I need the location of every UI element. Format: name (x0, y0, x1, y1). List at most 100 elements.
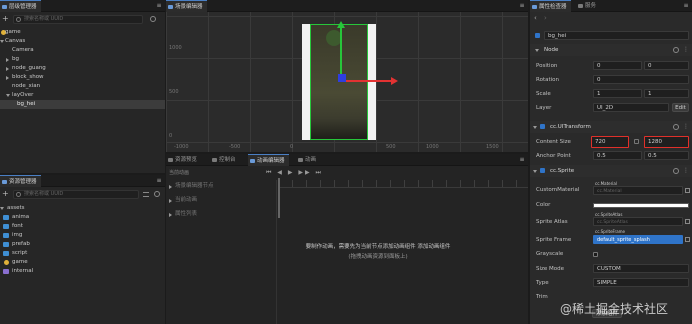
playback-controls[interactable]: ⏮ ◀ ▶ ▶▶ ⏭ (266, 169, 323, 177)
hierarchy-search-input[interactable]: 搜索名称或 UUID (13, 15, 143, 24)
help-icon[interactable] (673, 168, 679, 174)
animation-icon (250, 159, 255, 163)
tab-service[interactable]: 服务 (576, 0, 599, 12)
menu-icon[interactable]: ≡ (156, 3, 162, 9)
uitransform-section-header[interactable]: cc.UITransform (530, 121, 692, 133)
collapse-icon[interactable] (6, 58, 9, 62)
asset-folder-script[interactable]: script (0, 249, 165, 258)
collapse-icon[interactable] (169, 185, 172, 189)
sort-icon[interactable] (143, 192, 149, 197)
node-active-checkbox[interactable] (535, 33, 540, 38)
component-enabled-checkbox[interactable] (540, 124, 545, 129)
timeline-playhead[interactable] (278, 178, 280, 218)
gizmo-x-arrow-icon[interactable] (391, 77, 398, 85)
forward-icon[interactable]: › (544, 14, 547, 22)
size-mode-select[interactable]: CUSTOM (593, 264, 689, 273)
expand-icon[interactable] (533, 170, 537, 173)
anchor-y-input[interactable]: 0.5 (644, 151, 689, 160)
node-name-input[interactable]: bg_hei (544, 31, 689, 40)
layer-edit-button[interactable]: Edit (672, 103, 689, 112)
gizmo-y-arrow-icon[interactable] (337, 21, 345, 28)
asset-folder-img[interactable]: img (0, 231, 165, 240)
sprite-atlas-field[interactable]: cc.SpriteAtlas (593, 217, 683, 226)
type-select[interactable]: SIMPLE (593, 278, 689, 287)
tab-animation-editor[interactable]: 动画编辑器 (248, 154, 289, 166)
gizmo-x-axis[interactable] (342, 80, 392, 82)
tab-animation[interactable]: 动画 (296, 154, 319, 166)
tab-hierarchy[interactable]: 层级管理器 (0, 0, 41, 12)
color-swatch[interactable] (593, 203, 689, 208)
grayscale-checkbox[interactable] (593, 252, 598, 257)
settings-icon[interactable]: ⋮ (683, 46, 689, 53)
settings-icon[interactable]: ⋮ (683, 123, 689, 130)
scale-y-input[interactable]: 1 (644, 89, 689, 98)
expand-icon[interactable] (6, 94, 10, 97)
node-section-header[interactable]: Node (530, 44, 692, 56)
menu-icon[interactable]: ≡ (683, 3, 689, 9)
add-node-button[interactable]: + (2, 15, 11, 24)
timeline-ruler[interactable] (278, 180, 528, 188)
scene-panel: 场景编辑器 ≡ 2D ✥ ⟳ ⤢ 1000 500 0 -1000 -500 0… (166, 0, 528, 152)
tree-item-canvas[interactable]: Canvas (0, 37, 165, 46)
tree-item-block-show[interactable]: block_show (0, 73, 165, 82)
back-icon[interactable]: ‹ (534, 14, 537, 22)
collapse-icon[interactable] (169, 199, 172, 203)
content-size-width-input[interactable]: 720 (591, 136, 629, 148)
tab-assets[interactable]: 资源管理器 (0, 175, 41, 187)
collapse-icon[interactable] (6, 67, 9, 71)
rotation-input[interactable]: 0 (593, 75, 689, 84)
locate-icon[interactable] (685, 188, 690, 193)
refresh-icon[interactable] (150, 16, 156, 22)
asset-folder-anima[interactable]: anima (0, 213, 165, 222)
tree-item-bg-hei[interactable]: bg_hei (0, 100, 165, 109)
tree-item-camera[interactable]: Camera (0, 46, 165, 55)
layer-select[interactable]: UI_2D (593, 103, 669, 112)
anchor-x-input[interactable]: 0.5 (593, 151, 642, 160)
asset-folder-assets[interactable]: assets (0, 204, 165, 213)
expand-icon[interactable] (535, 49, 539, 52)
anim-row-node[interactable]: 场景编辑器节点 (166, 182, 276, 191)
settings-icon[interactable]: ⋮ (683, 167, 689, 174)
scale-x-input[interactable]: 1 (593, 89, 642, 98)
collapse-icon[interactable] (6, 76, 9, 80)
tab-inspector[interactable]: 属性检查器 (530, 0, 571, 12)
content-size-height-input[interactable]: 1280 (644, 136, 689, 148)
menu-icon[interactable]: ≡ (519, 3, 525, 9)
help-icon[interactable] (673, 47, 679, 53)
tree-item-node-guang[interactable]: node_guang (0, 64, 165, 73)
refresh-icon[interactable] (154, 191, 160, 197)
asset-scene-game[interactable]: game (0, 258, 165, 267)
collapse-icon[interactable] (169, 213, 172, 217)
menu-icon[interactable]: ≡ (519, 157, 525, 163)
menu-icon[interactable]: ≡ (156, 178, 162, 184)
position-x-input[interactable]: 0 (593, 61, 642, 70)
tree-item-bg[interactable]: bg (0, 55, 165, 64)
sprite-frame-field[interactable]: default_sprite_splash (593, 235, 683, 244)
locate-icon[interactable] (685, 219, 690, 224)
expand-icon[interactable] (533, 126, 537, 129)
tree-item-node-xian[interactable]: node_xian (0, 82, 165, 91)
help-icon[interactable] (673, 124, 679, 130)
expand-icon[interactable] (0, 207, 4, 210)
tree-item-game[interactable]: game (0, 28, 165, 37)
component-enabled-checkbox[interactable] (540, 168, 545, 173)
expand-icon[interactable] (0, 40, 4, 43)
lock-ratio-icon[interactable] (634, 139, 639, 144)
assets-search-input[interactable]: 搜索名称或 UUID (13, 190, 139, 199)
asset-folder-internal[interactable]: internal (0, 267, 165, 276)
sprite-section-header[interactable]: cc.Sprite (530, 165, 692, 177)
tree-item-layover[interactable]: layOver (0, 91, 165, 100)
gizmo-center-handle[interactable] (338, 74, 346, 82)
position-y-input[interactable]: 0 (644, 61, 689, 70)
add-asset-button[interactable]: + (2, 190, 11, 199)
tab-scene[interactable]: 场景编辑器 (166, 0, 207, 12)
gizmo-y-axis[interactable] (340, 26, 342, 78)
anim-row-properties[interactable]: 属性列表 (166, 210, 276, 219)
anim-row-clip[interactable]: 当前动画 (166, 196, 276, 205)
tab-asset-preview[interactable]: 资源预览 (166, 154, 200, 166)
tab-console[interactable]: 控制台 (210, 154, 239, 166)
asset-folder-prefab[interactable]: prefab (0, 240, 165, 249)
asset-folder-font[interactable]: font (0, 222, 165, 231)
custom-material-field[interactable]: cc.Material (593, 186, 683, 195)
locate-icon[interactable] (685, 237, 690, 242)
